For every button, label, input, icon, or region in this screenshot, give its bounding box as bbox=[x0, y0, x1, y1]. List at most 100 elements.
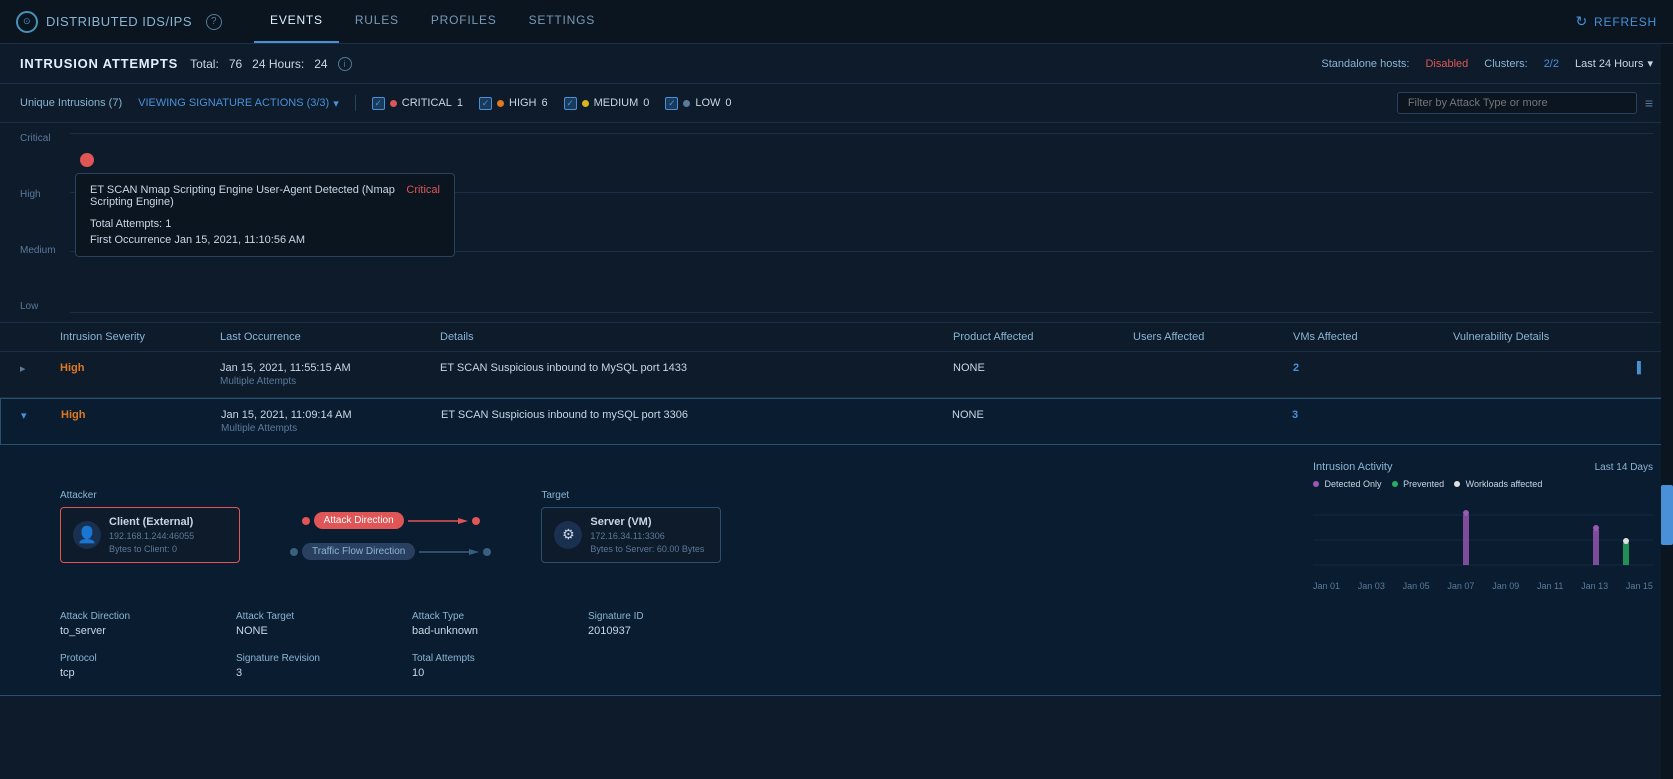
expanded-fields: Attack Direction to_server Attack Target… bbox=[60, 611, 1653, 679]
low-dot bbox=[683, 100, 690, 107]
critical-checkbox[interactable] bbox=[372, 97, 385, 110]
scrollbar-vertical[interactable] bbox=[1661, 44, 1673, 779]
th-actions bbox=[1633, 331, 1653, 343]
high-checkbox[interactable] bbox=[479, 97, 492, 110]
x-jan15: Jan 15 bbox=[1626, 581, 1653, 591]
chart14-section: Intrusion Activity Last 14 Days Detected… bbox=[1313, 461, 1653, 591]
viewing-signature-actions[interactable]: VIEWING SIGNATURE ACTIONS (3/3) ▾ bbox=[138, 97, 339, 110]
tab-rules[interactable]: RULES bbox=[339, 0, 415, 43]
section-meta: Total: 76 24 Hours: 24 i bbox=[190, 57, 351, 71]
medium-checkbox[interactable] bbox=[564, 97, 577, 110]
legend-workloads: Workloads affected bbox=[1454, 479, 1542, 489]
row1-expand[interactable]: ▸ bbox=[20, 362, 60, 375]
low-count: 0 bbox=[725, 97, 731, 109]
filter-medium[interactable]: MEDIUM 0 bbox=[564, 97, 650, 110]
field-attack-type: Attack Type bad-unknown bbox=[412, 611, 572, 637]
refresh-label: REFRESH bbox=[1594, 15, 1657, 29]
high-label: HIGH bbox=[509, 97, 537, 109]
field-protocol-label: Protocol bbox=[60, 653, 220, 664]
chart-dot-critical[interactable] bbox=[80, 153, 94, 167]
high-count: 6 bbox=[542, 97, 548, 109]
section-header: INTRUSION ATTEMPTS Total: 76 24 Hours: 2… bbox=[0, 44, 1673, 84]
row1-severity-badge: High bbox=[60, 362, 84, 374]
traffic-arrow-svg bbox=[419, 547, 479, 557]
logo-icon: ⊙ bbox=[16, 11, 38, 33]
tooltip-occurrence-value: Jan 15, 2021, 11:10:56 AM bbox=[174, 234, 305, 246]
tab-settings[interactable]: SETTINGS bbox=[513, 0, 611, 43]
filter-input-wrap: ≡ bbox=[1397, 92, 1653, 114]
field-protocol: Protocol tcp bbox=[60, 653, 220, 679]
time-range-label: Last 24 Hours bbox=[1575, 58, 1643, 70]
row2-severity: High bbox=[61, 409, 221, 421]
row2-severity-badge: High bbox=[61, 409, 85, 421]
tooltip-attempts-label: Total Attempts: bbox=[90, 218, 162, 230]
target-section: Target ⚙ Server (VM) 172.16.34.11:3306 B… bbox=[541, 490, 721, 563]
medium-label: MEDIUM bbox=[594, 97, 639, 109]
help-icon[interactable]: ? bbox=[206, 14, 222, 30]
traffic-dot-left bbox=[290, 548, 298, 556]
attacker-name: Client (External) bbox=[109, 516, 194, 528]
filter-low[interactable]: LOW 0 bbox=[665, 97, 731, 110]
x-jan05: Jan 05 bbox=[1403, 581, 1430, 591]
field-sig-revision-label: Signature Revision bbox=[236, 653, 396, 664]
scroll-thumb[interactable] bbox=[1661, 485, 1673, 545]
standalone-value[interactable]: Disabled bbox=[1425, 58, 1468, 70]
attacker-ip: 192.168.1.244:46055 bbox=[109, 531, 194, 541]
time-range-dropdown[interactable]: Last 24 Hours ▾ bbox=[1575, 57, 1653, 70]
refresh-icon: ↻ bbox=[1576, 13, 1589, 30]
nav-tabs: EVENTS RULES PROFILES SETTINGS bbox=[254, 0, 611, 43]
y-label-low: Low bbox=[20, 301, 70, 312]
x-jan07: Jan 07 bbox=[1447, 581, 1474, 591]
filter-lines-icon[interactable]: ≡ bbox=[1645, 95, 1653, 111]
field-attack-direction-value: to_server bbox=[60, 625, 220, 637]
x-jan03: Jan 03 bbox=[1358, 581, 1385, 591]
expanded-row-content: Attacker 👤 Client (External) 192.168.1.2… bbox=[0, 445, 1673, 696]
attack-arrow-svg bbox=[408, 516, 468, 526]
field-protocol-value: tcp bbox=[60, 667, 220, 679]
target-ip: 172.16.34.11:3306 bbox=[590, 531, 704, 541]
standalone-label: Standalone hosts: bbox=[1321, 58, 1409, 70]
hours-label: 24 Hours: bbox=[252, 57, 304, 71]
tab-profiles[interactable]: PROFILES bbox=[415, 0, 513, 43]
row1-vms: 2 bbox=[1293, 362, 1453, 374]
field-attack-target: Attack Target NONE bbox=[236, 611, 396, 637]
filter-high[interactable]: HIGH 6 bbox=[479, 97, 548, 110]
tab-events[interactable]: EVENTS bbox=[254, 0, 339, 43]
row2-product: NONE bbox=[952, 409, 1132, 421]
chart-line-low bbox=[70, 312, 1653, 313]
section-title: INTRUSION ATTEMPTS bbox=[20, 56, 178, 71]
clusters-value[interactable]: 2/2 bbox=[1544, 58, 1559, 70]
low-checkbox[interactable] bbox=[665, 97, 678, 110]
field-sig-revision-value: 3 bbox=[236, 667, 396, 679]
attacker-target-section: Attacker 👤 Client (External) 192.168.1.2… bbox=[60, 461, 1653, 591]
chart-area: Critical High Medium Low ET SCAN Nmap Sc… bbox=[0, 123, 1673, 323]
target-box: ⚙ Server (VM) 172.16.34.11:3306 Bytes to… bbox=[541, 507, 721, 563]
section-info-icon[interactable]: i bbox=[338, 57, 352, 71]
top-nav: ⊙ DISTRIBUTED IDS/IPS ? EVENTS RULES PRO… bbox=[0, 0, 1673, 44]
y-label-high: High bbox=[20, 189, 70, 200]
tooltip-occurrence-label: First Occurrence bbox=[90, 234, 171, 246]
row2-occurrence: Jan 15, 2021, 11:09:14 AM Multiple Attem… bbox=[221, 409, 441, 434]
refresh-button[interactable]: ↻ REFRESH bbox=[1576, 13, 1657, 30]
row2-attempts: Multiple Attempts bbox=[221, 423, 441, 434]
row1-occurrence: Jan 15, 2021, 11:55:15 AM Multiple Attem… bbox=[220, 362, 440, 387]
th-users: Users Affected bbox=[1133, 331, 1293, 343]
field-total-attempts: Total Attempts 10 bbox=[412, 653, 572, 679]
medium-count: 0 bbox=[643, 97, 649, 109]
th-vms: VMs Affected bbox=[1293, 331, 1453, 343]
high-dot bbox=[497, 100, 504, 107]
legend-workloads-label: Workloads affected bbox=[1466, 479, 1543, 489]
field-attack-type-label: Attack Type bbox=[412, 611, 572, 622]
filter-input[interactable] bbox=[1397, 92, 1637, 114]
critical-dot bbox=[390, 100, 397, 107]
field-total-attempts-label: Total Attempts bbox=[412, 653, 572, 664]
row1-details: ET SCAN Suspicious inbound to MySQL port… bbox=[440, 362, 953, 374]
filter-critical[interactable]: CRITICAL 1 bbox=[372, 97, 463, 110]
attack-direction-btn: Attack Direction bbox=[314, 512, 404, 529]
field-attack-direction: Attack Direction to_server bbox=[60, 611, 220, 637]
attacker-section: Attacker 👤 Client (External) 192.168.1.2… bbox=[60, 490, 240, 563]
attacker-label: Attacker bbox=[60, 490, 240, 501]
field-total-attempts-value: 10 bbox=[412, 667, 572, 679]
x-jan11: Jan 11 bbox=[1537, 581, 1563, 591]
row2-expand[interactable]: ▾ bbox=[21, 409, 61, 422]
